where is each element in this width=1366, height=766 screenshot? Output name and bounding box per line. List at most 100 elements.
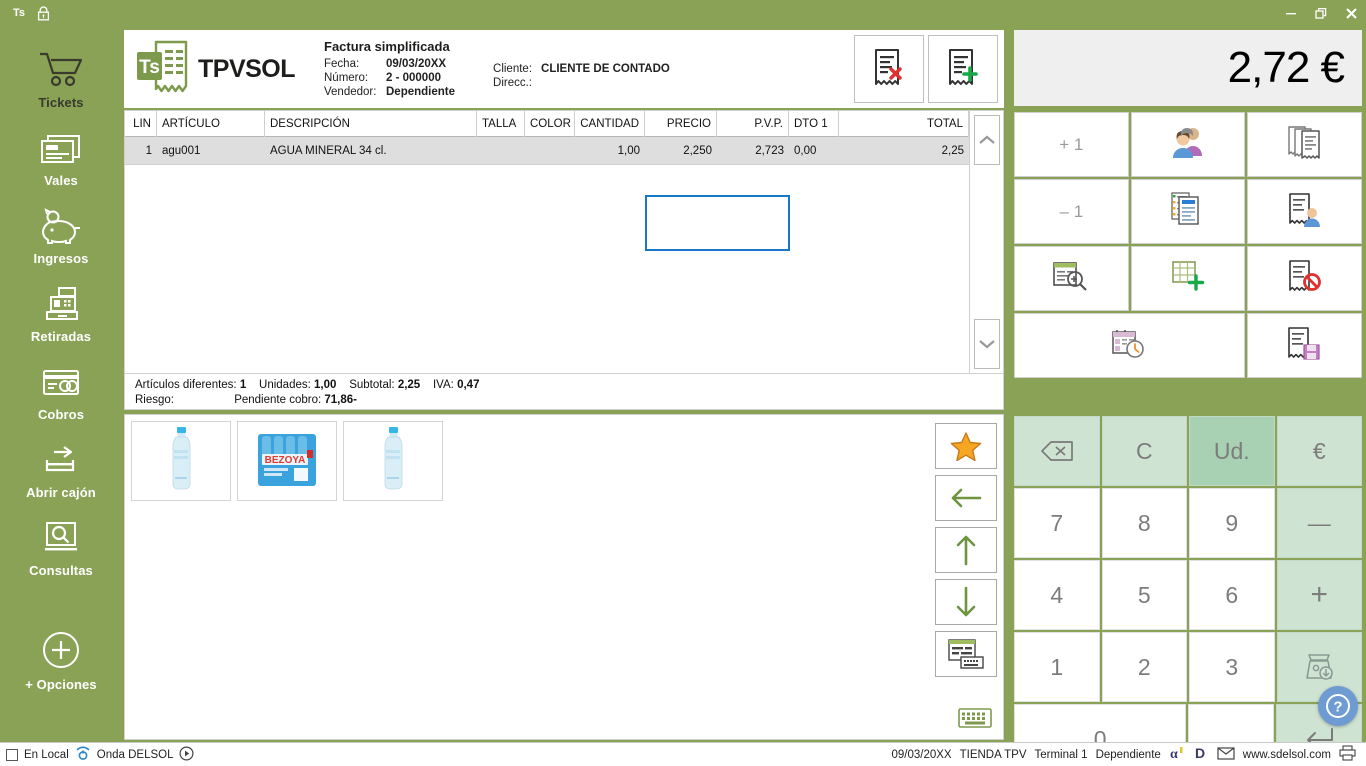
app-icon: Ts (8, 4, 30, 22)
cell-pvp: 2,723 (755, 144, 784, 157)
new-line-button[interactable] (1130, 246, 1246, 311)
key-9[interactable]: 9 (1189, 488, 1275, 558)
field-label-cliente: Cliente: (493, 63, 533, 75)
increment-quantity-button[interactable]: + 1 (1014, 112, 1129, 177)
svg-text:BEZOYA: BEZOYA (265, 455, 306, 466)
save-receipt-button[interactable] (1246, 313, 1362, 378)
calendar-clock-icon (1111, 327, 1147, 364)
field-value-fecha: 09/03/20XX (386, 57, 447, 70)
table-row[interactable]: 1 agu001 AGUA MINERAL 34 cl. 1,00 2,250 … (125, 137, 969, 165)
backspace-key[interactable] (1014, 416, 1100, 486)
key-8[interactable]: 8 (1101, 488, 1187, 558)
grid-scroll-up-button[interactable] (974, 115, 1000, 165)
grid-header-total[interactable]: TOTAL (839, 110, 969, 137)
brand-logo: Ts TPVSOL (124, 36, 324, 103)
customer-info[interactable]: Cliente: CLIENTE DE CONTADO Direcc.: (493, 48, 670, 90)
clear-key[interactable]: C (1101, 416, 1187, 486)
vouchers-icon (39, 126, 83, 166)
scroll-down-button[interactable] (935, 579, 997, 625)
lock-icon[interactable] (30, 3, 56, 23)
onscreen-form-button[interactable] (935, 631, 997, 677)
delete-document-button[interactable] (854, 35, 924, 103)
documents-list-button[interactable] (1247, 112, 1363, 177)
printer-icon[interactable] (1339, 745, 1356, 764)
status-website[interactable]: www.sdelsol.com (1243, 749, 1331, 761)
checkbox-icon[interactable] (6, 748, 18, 761)
scroll-up-button[interactable] (935, 527, 997, 573)
keyboard-icon (958, 708, 992, 728)
play-circle-icon[interactable] (179, 745, 194, 764)
sidebar-item-abrir-cajon[interactable]: Abrir cajón (0, 430, 122, 508)
grid-header-precio[interactable]: PRECIO (645, 110, 717, 137)
grid-header-color[interactable]: COLOR (525, 110, 575, 137)
chevron-up-icon (979, 135, 995, 144)
key-7[interactable]: 7 (1014, 488, 1100, 558)
search-document-button[interactable] (1014, 246, 1129, 311)
keyboard-toggle-button[interactable] (955, 707, 995, 729)
sidebar-item-ingresos[interactable]: Ingresos (0, 196, 122, 274)
select-customer-button[interactable] (1130, 112, 1246, 177)
customer-receipt-button[interactable] (1247, 179, 1363, 244)
brand-name: TPVSOL (198, 54, 296, 83)
piggy-bank-icon (38, 204, 84, 244)
alpha-icon[interactable]: α (1169, 745, 1186, 764)
minimize-button[interactable] (1276, 0, 1306, 26)
euro-key[interactable]: € (1276, 416, 1362, 486)
back-button[interactable] (935, 475, 997, 521)
key-2[interactable]: 2 (1101, 632, 1187, 702)
sidebar-item-tickets[interactable]: Tickets (0, 40, 122, 118)
grid-header-talla[interactable]: TALLA (477, 110, 525, 137)
key-6[interactable]: 6 (1189, 560, 1275, 630)
app-window: Ts Tickets Vales Ingresos Retiradas Cobr… (0, 0, 1366, 766)
grid-body: LIN ARTÍCULO DESCRIPCIÓN TALLA COLOR CAN… (125, 110, 969, 373)
grid-header-cantidad[interactable]: CANTIDAD (575, 110, 645, 137)
sidebar-item-vales[interactable]: Vales (0, 118, 122, 196)
grid-scroll-down-button[interactable] (974, 319, 1000, 369)
grid-header-lin[interactable]: LIN (125, 110, 157, 137)
units-key[interactable]: Ud. (1189, 416, 1275, 486)
wifi-radio-icon (75, 745, 91, 764)
restore-button[interactable] (1306, 0, 1336, 26)
pending-schedule-button[interactable] (1014, 313, 1245, 378)
grid-header-row: LIN ARTÍCULO DESCRIPCIÓN TALLA COLOR CAN… (125, 110, 969, 137)
grid-header-articulo[interactable]: ARTÍCULO (157, 110, 265, 137)
close-button[interactable] (1336, 0, 1366, 26)
field-label-numero: Número: (324, 71, 369, 84)
help-button[interactable]: ? (1318, 686, 1358, 726)
status-store: TIENDA TPV (959, 748, 1027, 761)
arrow-left-icon (951, 488, 982, 508)
copy-document-button[interactable] (1130, 179, 1246, 244)
key-5[interactable]: 5 (1101, 560, 1187, 630)
product-tile-bezoya[interactable]: BEZOYA (237, 421, 337, 501)
sidebar-item-cobros[interactable]: Cobros (0, 352, 122, 430)
key-4[interactable]: 4 (1014, 560, 1100, 630)
plus-key[interactable]: + (1276, 560, 1362, 630)
new-document-button[interactable] (928, 35, 998, 103)
sidebar-item-retiradas[interactable]: Retiradas (0, 274, 122, 352)
field-value-numero: 2 - 000000 (386, 71, 441, 84)
product-tile-agua-2[interactable] (343, 421, 443, 501)
product-tile-agua-1[interactable] (131, 421, 231, 501)
key-3[interactable]: 3 (1189, 632, 1275, 702)
key-9-label: 9 (1225, 509, 1239, 536)
function-button-grid: + 1 – 1 (1014, 112, 1363, 380)
sidebar-item-consultas[interactable]: Consultas (0, 508, 122, 586)
mail-icon[interactable] (1217, 746, 1235, 763)
cancel-receipt-button[interactable] (1247, 246, 1363, 311)
decrement-quantity-button[interactable]: – 1 (1014, 179, 1129, 244)
cell-precio: 2,250 (683, 144, 712, 157)
grid-header-dto1[interactable]: DTO 1 (789, 110, 839, 137)
scale-weight-icon (1306, 654, 1333, 680)
customers-icon (1170, 125, 1206, 164)
open-drawer-icon (38, 438, 84, 478)
favorites-button[interactable] (935, 423, 997, 469)
grid-header-pvp[interactable]: P.V.P. (717, 110, 789, 137)
keypad-row-3: 4 5 6 + (1014, 560, 1362, 630)
delsol-d-icon[interactable]: D (1194, 745, 1209, 764)
cell-descripcion: AGUA MINERAL 34 cl. (270, 144, 387, 157)
key-1[interactable]: 1 (1014, 632, 1100, 702)
line-items-grid: LIN ARTÍCULO DESCRIPCIÓN TALLA COLOR CAN… (124, 110, 1004, 374)
sidebar-item-opciones[interactable]: + Opciones (0, 622, 122, 700)
minus-key[interactable]: — (1276, 488, 1362, 558)
grid-header-descripcion[interactable]: DESCRIPCIÓN (265, 110, 477, 137)
